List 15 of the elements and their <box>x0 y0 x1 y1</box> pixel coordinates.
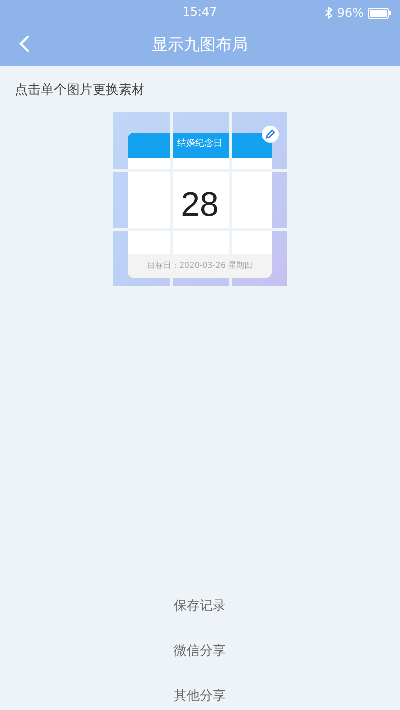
action-button[interactable]: 微信分享 <box>154 629 246 674</box>
page-title: 显示九图布局 <box>152 34 248 56</box>
bluetooth-icon <box>325 7 334 19</box>
instruction-text: 点击单个图片更换素材 <box>15 82 146 100</box>
back-icon <box>18 35 30 53</box>
action-button[interactable]: 其他分享 <box>154 674 246 710</box>
battery-icon <box>368 8 392 18</box>
target-date: 目标日：2020-03-26 星期四 <box>147 260 253 272</box>
nine-grid-preview[interactable]: 结婚纪念日 28 目标日：2020-03-26 星期四 <box>113 112 287 286</box>
battery-percent: 96% <box>337 5 364 22</box>
day-count: 28 <box>181 185 219 226</box>
card-title: 结婚纪念日 <box>178 138 222 152</box>
edit-icon[interactable] <box>262 126 279 142</box>
action-button[interactable]: 保存记录 <box>154 584 246 629</box>
status-time: 15:47 <box>182 4 218 21</box>
